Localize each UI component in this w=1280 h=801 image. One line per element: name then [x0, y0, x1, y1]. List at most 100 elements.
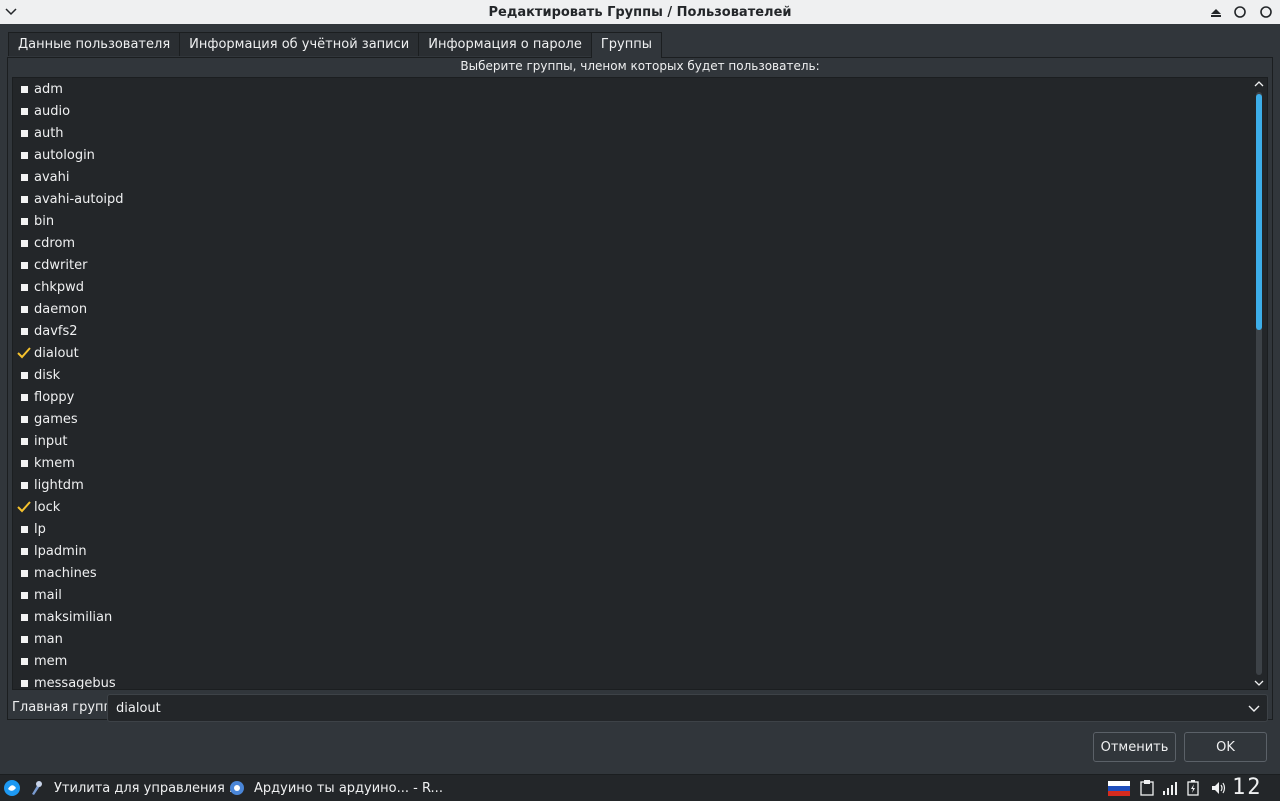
list-item[interactable]: lock: [15, 496, 1245, 518]
battery-charging-icon[interactable]: [1187, 780, 1199, 796]
list-item[interactable]: floppy: [15, 386, 1245, 408]
checkbox-unchecked[interactable]: [15, 628, 33, 650]
scroll-thumb[interactable]: [1256, 94, 1262, 330]
checkbox-unchecked[interactable]: [15, 122, 33, 144]
main-group-value: dialout: [116, 701, 161, 716]
group-name: avahi: [34, 169, 70, 185]
checkbox-unchecked[interactable]: [15, 100, 33, 122]
checkbox-unchecked[interactable]: [15, 276, 33, 298]
volume-icon[interactable]: [1210, 780, 1228, 796]
checkbox-unchecked[interactable]: [15, 188, 33, 210]
taskbar-task-browser[interactable]: Ардуино ты ардуино... - R...: [229, 775, 443, 801]
taskbar-task-settings[interactable]: Утилита для управления ...: [28, 775, 241, 801]
list-item[interactable]: disk: [15, 364, 1245, 386]
clock[interactable]: 12: [1232, 776, 1263, 800]
checkbox-unchecked[interactable]: [15, 254, 33, 276]
checkbox-unchecked[interactable]: [15, 320, 33, 342]
ok-button[interactable]: OK: [1184, 732, 1267, 762]
list-item[interactable]: lp: [15, 518, 1245, 540]
list-item[interactable]: mem: [15, 650, 1245, 672]
group-name: machines: [34, 565, 97, 581]
minimize-icon[interactable]: [1232, 4, 1248, 20]
checkbox-unchecked[interactable]: [15, 584, 33, 606]
group-name: lightdm: [34, 477, 84, 493]
list-item[interactable]: man: [15, 628, 1245, 650]
scroll-up-icon[interactable]: [1253, 79, 1265, 89]
list-item[interactable]: auth: [15, 122, 1245, 144]
checkbox-unchecked[interactable]: [15, 78, 33, 100]
list-item[interactable]: autologin: [15, 144, 1245, 166]
checkbox-unchecked[interactable]: [15, 650, 33, 672]
task-label: Ардуино ты ардуино... - R...: [254, 780, 443, 796]
checkbox-unchecked[interactable]: [15, 452, 33, 474]
checkbox-unchecked[interactable]: [15, 672, 33, 689]
tab-password-info[interactable]: Информация о пароле: [418, 32, 592, 56]
list-item[interactable]: adm: [15, 78, 1245, 100]
main-group-select[interactable]: dialout: [107, 694, 1268, 722]
group-name: mem: [34, 653, 68, 669]
list-item[interactable]: mail: [15, 584, 1245, 606]
maximize-icon[interactable]: [1258, 4, 1274, 20]
group-name: floppy: [34, 389, 75, 405]
group-name: kmem: [34, 455, 75, 471]
group-name: chkpwd: [34, 279, 85, 295]
group-name: man: [34, 631, 63, 647]
list-item[interactable]: audio: [15, 100, 1245, 122]
cancel-button[interactable]: Отменить: [1093, 732, 1176, 762]
checkbox-unchecked[interactable]: [15, 606, 33, 628]
checkbox-unchecked[interactable]: [15, 364, 33, 386]
list-item[interactable]: maksimilian: [15, 606, 1245, 628]
checkbox-unchecked[interactable]: [15, 144, 33, 166]
list-item[interactable]: input: [15, 430, 1245, 452]
checkbox-unchecked[interactable]: [15, 166, 33, 188]
checkbox-unchecked[interactable]: [15, 430, 33, 452]
group-name: adm: [34, 81, 63, 97]
checkbox-unchecked[interactable]: [15, 298, 33, 320]
checkmark-icon[interactable]: [15, 496, 33, 518]
list-item[interactable]: bin: [15, 210, 1245, 232]
list-item[interactable]: kmem: [15, 452, 1245, 474]
scroll-down-icon[interactable]: [1253, 678, 1265, 688]
list-item[interactable]: cdwriter: [15, 254, 1245, 276]
tab-groups[interactable]: Группы: [590, 32, 662, 58]
group-name: messagebus: [34, 675, 116, 690]
list-item[interactable]: machines: [15, 562, 1245, 584]
tab-user-data[interactable]: Данные пользователя: [8, 32, 181, 56]
list-item[interactable]: dialout: [15, 342, 1245, 364]
tab-bar: Данные пользователя Информация об учётно…: [8, 32, 662, 58]
tab-account-info[interactable]: Информация об учётной записи: [179, 32, 420, 56]
keyboard-layout-flag-icon[interactable]: [1108, 780, 1130, 796]
chevron-down-icon[interactable]: [1247, 703, 1261, 713]
checkmark-icon[interactable]: [15, 342, 33, 364]
list-item[interactable]: lpadmin: [15, 540, 1245, 562]
list-item[interactable]: lightdm: [15, 474, 1245, 496]
list-item[interactable]: chkpwd: [15, 276, 1245, 298]
list-item[interactable]: games: [15, 408, 1245, 430]
list-item[interactable]: avahi-autoipd: [15, 188, 1245, 210]
list-item[interactable]: davfs2: [15, 320, 1245, 342]
window-menu-chevron-icon[interactable]: [3, 3, 19, 19]
group-name: mail: [34, 587, 62, 603]
groups-list[interactable]: adm audio auth autologin avahi avahi-autoipd b…: [12, 77, 1268, 690]
checkbox-unchecked[interactable]: [15, 562, 33, 584]
checkbox-unchecked[interactable]: [15, 518, 33, 540]
group-name: games: [34, 411, 78, 427]
checkbox-unchecked[interactable]: [15, 408, 33, 430]
checkbox-unchecked[interactable]: [15, 474, 33, 496]
groups-scrollbar[interactable]: [1251, 78, 1267, 689]
keep-above-icon[interactable]: [1208, 4, 1224, 20]
list-item[interactable]: avahi: [15, 166, 1245, 188]
clipboard-icon[interactable]: [1140, 780, 1154, 796]
network-signal-icon[interactable]: [1162, 780, 1178, 796]
main-group-label: Главная группа: [12, 700, 121, 715]
list-item[interactable]: cdrom: [15, 232, 1245, 254]
groups-prompt: Выберите группы, членом которых будет по…: [460, 59, 820, 73]
checkbox-unchecked[interactable]: [15, 232, 33, 254]
checkbox-unchecked[interactable]: [15, 540, 33, 562]
app-launcher-icon[interactable]: [3, 779, 21, 797]
checkbox-unchecked[interactable]: [15, 210, 33, 232]
group-name: bin: [34, 213, 55, 229]
list-item[interactable]: daemon: [15, 298, 1245, 320]
checkbox-unchecked[interactable]: [15, 386, 33, 408]
list-item[interactable]: messagebus: [15, 672, 1245, 690]
